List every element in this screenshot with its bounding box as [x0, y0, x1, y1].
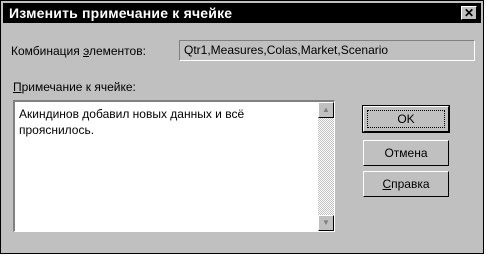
dialog-title: Изменить примечание к ячейке — [9, 5, 233, 21]
note-text[interactable]: Акиндинов добавил новых данных и всё про… — [19, 106, 311, 138]
scroll-up-icon: ▲ — [322, 105, 330, 114]
edit-cell-note-dialog: Изменить примечание к ячейке ✕ Комбинаци… — [0, 0, 484, 254]
note-label-post: римечание к ячейке: — [21, 80, 136, 94]
note-textarea[interactable]: Акиндинов добавил новых данных и всё про… — [13, 100, 335, 232]
combination-label-post: лементов: — [88, 44, 146, 58]
help-label-hotkey: С — [382, 177, 392, 191]
note-scrollbar[interactable]: ▲ ▼ — [318, 102, 334, 231]
cancel-label: Отмена — [384, 146, 428, 160]
help-button[interactable]: Справка — [363, 171, 449, 197]
cancel-button[interactable]: Отмена — [363, 140, 449, 166]
ok-button[interactable]: OK — [362, 105, 450, 133]
title-bar[interactable]: Изменить примечание к ячейке ✕ — [3, 3, 481, 23]
help-label-post: правка — [391, 177, 430, 191]
combination-label: Комбинация элементов: — [11, 44, 146, 58]
scroll-down-button[interactable]: ▼ — [318, 215, 334, 231]
combination-field: Qtr1,Measures,Colas,Market,Scenario — [179, 40, 475, 61]
scroll-up-button[interactable]: ▲ — [318, 102, 334, 118]
close-icon: ✕ — [463, 6, 475, 20]
note-label-hotkey: П — [13, 80, 22, 94]
ok-focus-rect — [367, 110, 445, 128]
note-label: Примечание к ячейке: — [13, 80, 136, 94]
close-button[interactable]: ✕ — [461, 6, 477, 20]
scroll-down-icon: ▼ — [322, 218, 330, 227]
combination-label-pre: Комбинация — [11, 44, 84, 58]
